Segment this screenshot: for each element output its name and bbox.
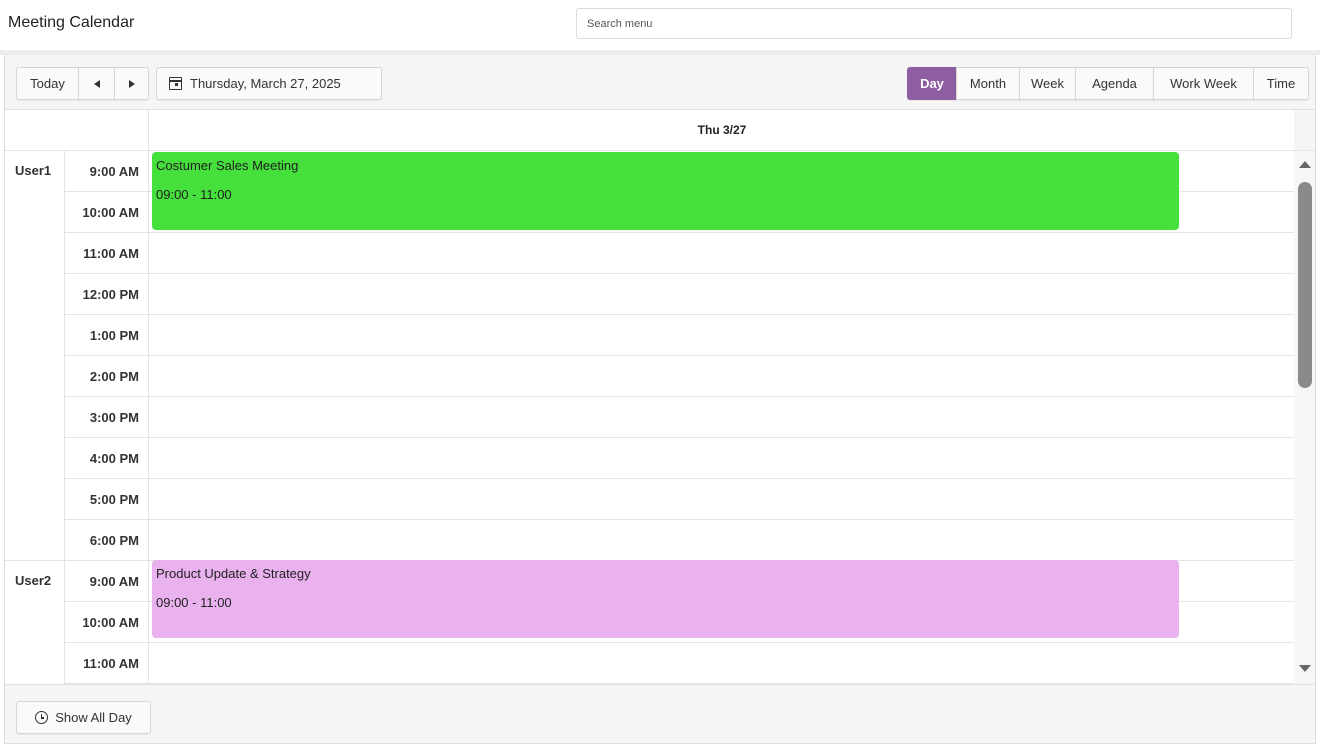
page-title: Meeting Calendar [8,14,135,31]
date-picker-button[interactable]: Thursday, March 27, 2025 [156,67,382,100]
day-column-header[interactable]: Thu 3/27 [150,110,1294,150]
previous-button[interactable] [78,67,115,100]
vertical-scrollbar[interactable] [1294,151,1315,684]
view-month-button[interactable]: Month [956,67,1020,100]
scroll-up-arrow-icon[interactable] [1299,161,1311,168]
view-day-button[interactable]: Day [907,67,957,100]
calendar-icon [169,77,182,90]
caret-right-icon [128,79,135,88]
time-label: 12:00 PM [65,274,149,314]
time-slot-row[interactable]: 12:00 PM [5,274,1294,315]
time-grid[interactable]: 9:00 AM 10:00 AM 11:00 AM 12:00 PM 1:00 … [5,151,1294,684]
scheduler-footer: Show All Day [5,684,1315,743]
scroll-down-arrow-icon[interactable] [1299,665,1311,672]
time-slot-row[interactable]: 11:00 AM [5,643,1294,684]
app-header: Meeting Calendar [0,0,1320,50]
date-header-row: Thu 3/27 [5,110,1315,151]
time-slot-row[interactable]: 6:00 PM [5,520,1294,561]
time-label: 6:00 PM [65,520,149,560]
time-label: 3:00 PM [65,397,149,437]
header-scroll-gutter [1294,110,1315,150]
search-input[interactable] [576,8,1292,39]
event-title: Product Update & Strategy [156,566,311,581]
scheduler: Today Thursday, March 27, 2025 Day Month… [4,55,1316,744]
view-agenda-button[interactable]: Agenda [1075,67,1154,100]
event-time: 09:00 - 11:00 [156,595,232,610]
event-costumer-sales-meeting[interactable]: Costumer Sales Meeting 09:00 - 11:00 [152,152,1179,230]
time-label: 2:00 PM [65,356,149,396]
event-time: 09:00 - 11:00 [156,187,232,202]
event-title: Costumer Sales Meeting [156,158,299,173]
time-label: 10:00 AM [65,192,149,232]
resource-label: User1 [15,163,52,178]
caret-left-icon [93,79,100,88]
time-label: 10:00 AM [65,602,149,642]
event-product-update-strategy[interactable]: Product Update & Strategy 09:00 - 11:00 [152,560,1179,638]
clock-icon [35,711,49,724]
next-button[interactable] [114,67,149,100]
scrollbar-thumb[interactable] [1298,182,1312,388]
time-label: 9:00 AM [65,561,149,601]
view-work-week-button[interactable]: Work Week [1153,67,1254,100]
time-label: 11:00 AM [65,233,149,273]
time-slot-row[interactable]: 1:00 PM [5,315,1294,356]
time-label: 5:00 PM [65,479,149,519]
time-slot-row[interactable]: 11:00 AM [5,233,1294,274]
time-label: 4:00 PM [65,438,149,478]
header-corner [5,110,149,150]
time-label: 11:00 AM [65,643,149,683]
time-slot-row[interactable]: 3:00 PM [5,397,1294,438]
show-all-day-button[interactable]: Show All Day [16,701,151,734]
resource-label: User2 [15,573,52,588]
time-slot-row[interactable]: 4:00 PM [5,438,1294,479]
time-slot-row[interactable]: 2:00 PM [5,356,1294,397]
current-date-label: Thursday, March 27, 2025 [190,76,341,91]
time-label: 1:00 PM [65,315,149,355]
resource-group-user1: User1 [5,151,65,561]
today-button[interactable]: Today [16,67,79,100]
time-slot-row[interactable]: 5:00 PM [5,479,1294,520]
show-all-day-label: Show All Day [55,710,132,725]
view-week-button[interactable]: Week [1019,67,1076,100]
scheduler-toolbar: Today Thursday, March 27, 2025 Day Month… [5,55,1315,110]
view-time-button[interactable]: Time [1253,67,1309,100]
time-label: 9:00 AM [65,151,149,191]
resource-group-user2: User2 [5,561,65,684]
